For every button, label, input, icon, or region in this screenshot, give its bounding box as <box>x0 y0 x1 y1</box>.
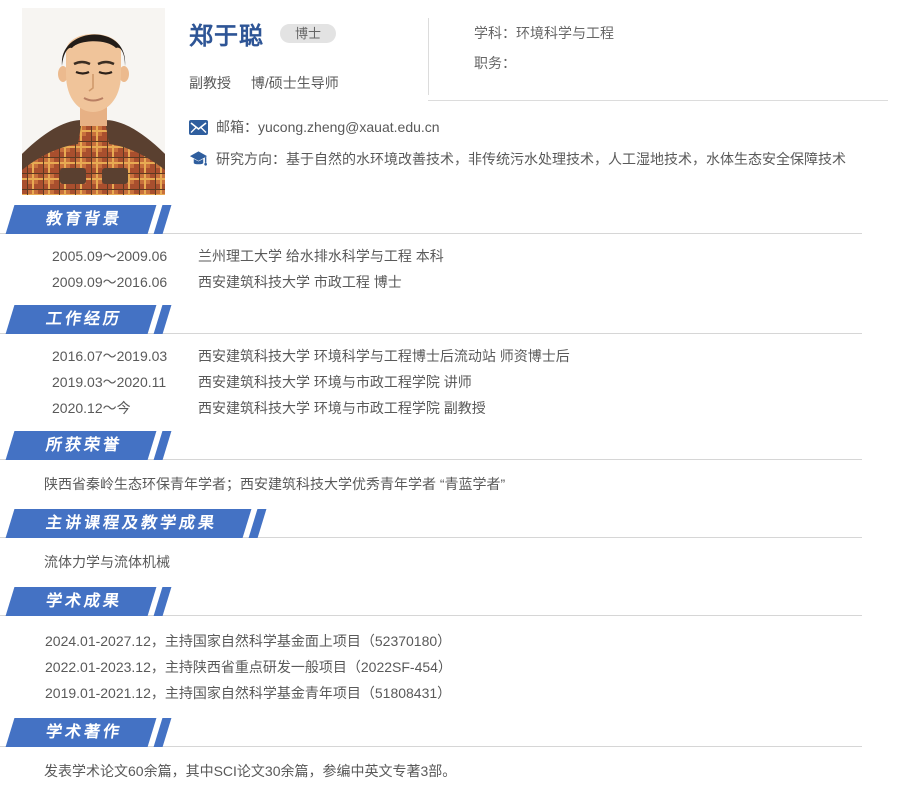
contact-block: 邮箱： yucong.zheng@xauat.edu.cn 研究方向： 基于自然… <box>189 117 888 169</box>
achievement-row: 2024.01-2027.12，主持国家自然科学基金面上项目（52370180） <box>45 628 888 654</box>
email-row: 邮箱： yucong.zheng@xauat.edu.cn <box>189 117 888 137</box>
education-rows: 2005.09～2009.06 兰州理工大学 给水排水科学与工程 本科 2009… <box>0 234 914 305</box>
header-top-row: 郑于聪 博士 副教授 博/硕士生导师 学科：环境科学与工程 职务： <box>189 8 888 101</box>
section-ribbon-courses: 主讲课程及教学成果 <box>6 509 252 538</box>
row-text: 西安建筑科技大学 环境与市政工程学院 讲师 <box>198 369 472 395</box>
section-title: 所获荣誉 <box>44 431 124 460</box>
email-label: 邮箱： <box>216 117 258 137</box>
subject-label: 学科： <box>474 25 516 41</box>
achievement-row: 2019.01-2021.12，主持国家自然科学基金青年项目（51808431） <box>45 680 888 706</box>
faculty-profile-page: 郑于聪 博士 副教授 博/硕士生导师 学科：环境科学与工程 职务： <box>0 0 914 781</box>
section-head-work: 工作经历 <box>0 305 914 334</box>
section-ribbon-honors: 所获荣誉 <box>6 431 157 460</box>
row-date: 2016.07～2019.03 <box>52 343 198 369</box>
identity-block: 郑于聪 博士 副教授 博/硕士生导师 <box>189 8 427 93</box>
section-ribbon-education: 教育背景 <box>6 205 157 234</box>
row-text: 西安建筑科技大学 环境与市政工程学院 副教授 <box>198 395 486 421</box>
achievement-row: 2022.01-2023.12，主持陕西省重点研发一般项目（2022SF-454… <box>45 654 888 680</box>
section-title: 工作经历 <box>44 305 124 334</box>
works-text: 发表学术论文60余篇，其中SCI论文30余篇，参编中英文专著3部。 <box>0 747 914 796</box>
section-head-honors: 所获荣誉 <box>0 431 914 460</box>
education-row: 2009.09～2016.06 西安建筑科技大学 市政工程 博士 <box>52 269 914 295</box>
title-supervisor: 博/硕士生导师 <box>251 75 339 91</box>
section-title: 学术成果 <box>44 587 124 616</box>
graduation-cap-icon <box>189 150 208 169</box>
row-text: 兰州理工大学 给水排水科学与工程 本科 <box>198 243 444 269</box>
section-title: 主讲课程及教学成果 <box>44 509 219 538</box>
row-text: 西安建筑科技大学 环境科学与工程博士后流动站 师资博士后 <box>198 343 570 369</box>
section-title: 学术著作 <box>44 718 124 747</box>
work-row: 2019.03～2020.11 西安建筑科技大学 环境与市政工程学院 讲师 <box>52 369 914 395</box>
profile-sections: 教育背景 2005.09～2009.06 兰州理工大学 给水排水科学与工程 本科… <box>0 205 914 796</box>
row-date: 2005.09～2009.06 <box>52 243 198 269</box>
email-value: yucong.zheng@xauat.edu.cn <box>258 119 440 135</box>
profile-photo <box>22 8 165 195</box>
envelope-icon <box>189 118 208 137</box>
header-divider-line <box>428 100 888 101</box>
degree-badge: 博士 <box>280 24 336 43</box>
row-date: 2019.03～2020.11 <box>52 369 198 395</box>
courses-text: 流体力学与流体机械 <box>0 538 914 587</box>
achievements-rows: 2024.01-2027.12，主持国家自然科学基金面上项目（52370180）… <box>0 616 914 718</box>
section-head-courses: 主讲课程及教学成果 <box>0 509 914 538</box>
subject-row: 学科：环境科学与工程 <box>474 18 888 48</box>
research-label: 研究方向： <box>216 149 286 169</box>
section-ribbon-work: 工作经历 <box>6 305 157 334</box>
subject-value: 环境科学与工程 <box>516 25 614 41</box>
section-ribbon-achievements: 学术成果 <box>6 587 157 616</box>
work-rows: 2016.07～2019.03 西安建筑科技大学 环境科学与工程博士后流动站 师… <box>0 334 914 431</box>
row-date: 2009.09～2016.06 <box>52 269 198 295</box>
title-position: 副教授 <box>189 75 231 91</box>
work-row: 2020.12～今 西安建筑科技大学 环境与市政工程学院 副教授 <box>52 395 914 421</box>
honors-text: 陕西省秦岭生态环保青年学者；西安建筑科技大学优秀青年学者 “青蓝学者” <box>0 460 914 509</box>
work-row: 2016.07～2019.03 西安建筑科技大学 环境科学与工程博士后流动站 师… <box>52 343 914 369</box>
research-row: 研究方向： 基于自然的水环境改善技术，非传统污水处理技术，人工湿地技术，水体生态… <box>189 149 888 169</box>
research-value: 基于自然的水环境改善技术，非传统污水处理技术，人工湿地技术，水体生态安全保障技术 <box>286 149 846 169</box>
title-line: 副教授 博/硕士生导师 <box>189 73 427 93</box>
duty-label: 职务： <box>474 55 516 71</box>
header-right: 郑于聪 博士 副教授 博/硕士生导师 学科：环境科学与工程 职务： <box>189 8 888 195</box>
row-date: 2020.12～今 <box>52 395 198 421</box>
section-head-works: 学术著作 <box>0 718 914 747</box>
section-title: 教育背景 <box>44 205 124 234</box>
portrait-illustration <box>22 8 165 195</box>
meta-block: 学科：环境科学与工程 职务： <box>428 18 888 95</box>
profile-name: 郑于聪 <box>189 16 264 51</box>
profile-header: 郑于聪 博士 副教授 博/硕士生导师 学科：环境科学与工程 职务： <box>0 0 914 195</box>
section-head-education: 教育背景 <box>0 205 914 234</box>
duty-row: 职务： <box>474 48 888 78</box>
section-head-achievements: 学术成果 <box>0 587 914 616</box>
section-ribbon-works: 学术著作 <box>6 718 157 747</box>
education-row: 2005.09～2009.06 兰州理工大学 给水排水科学与工程 本科 <box>52 243 914 269</box>
row-text: 西安建筑科技大学 市政工程 博士 <box>198 269 402 295</box>
